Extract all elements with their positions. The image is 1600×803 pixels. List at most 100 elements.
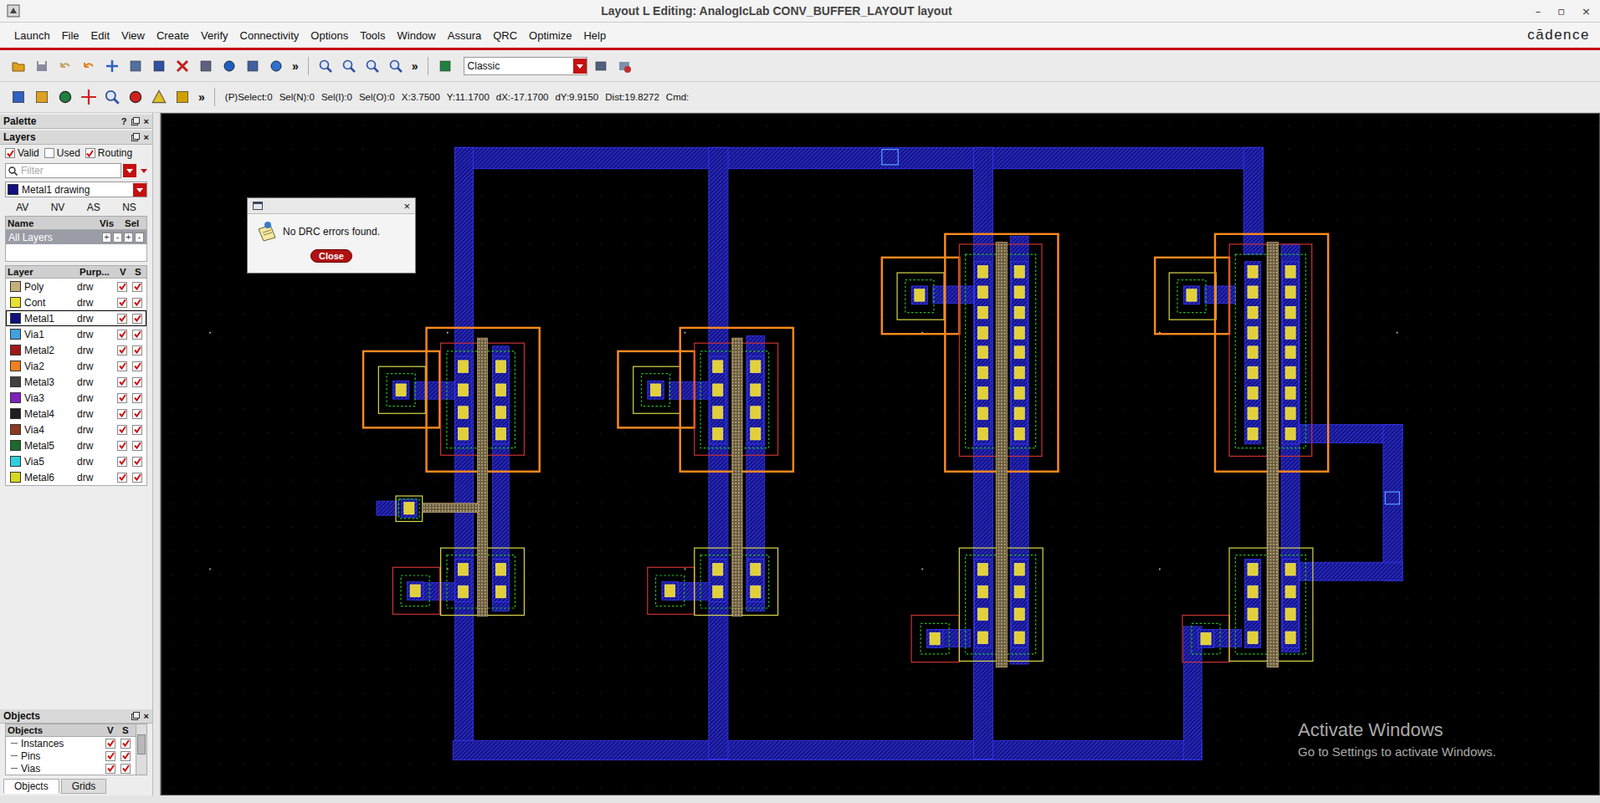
copy-icon[interactable] <box>125 56 146 77</box>
metal1-shape[interactable] <box>455 559 472 603</box>
checkbox[interactable] <box>44 148 55 159</box>
contact-shape[interactable] <box>650 384 661 397</box>
contact-shape[interactable] <box>977 266 988 279</box>
visible-checkbox[interactable] <box>117 456 128 467</box>
float-icon[interactable] <box>131 712 140 721</box>
contact-shape[interactable] <box>1247 427 1258 441</box>
contact-shape[interactable] <box>1014 407 1025 421</box>
contact-shape[interactable] <box>977 585 988 599</box>
help-button[interactable]: ? <box>121 116 128 127</box>
metal1-shape[interactable] <box>668 381 710 400</box>
poly-shape[interactable] <box>732 338 743 617</box>
zoom-fit-icon[interactable] <box>362 56 383 77</box>
contact-shape[interactable] <box>1014 387 1025 400</box>
partial-select-icon[interactable] <box>31 87 52 108</box>
selectable-checkbox[interactable] <box>132 361 143 372</box>
contact-shape[interactable] <box>1247 631 1258 645</box>
crosshair-icon[interactable] <box>78 87 99 108</box>
visible-checkbox[interactable] <box>117 282 128 293</box>
metal1-shape[interactable] <box>661 581 678 600</box>
metal1-shape[interactable] <box>1010 559 1027 649</box>
layer-row[interactable]: Polydrw <box>5 278 147 295</box>
menu-item[interactable]: Options <box>304 29 354 42</box>
metal1-shape[interactable] <box>392 380 409 400</box>
contact-shape[interactable] <box>1285 585 1296 599</box>
contact-shape[interactable] <box>1247 266 1258 279</box>
layer-row[interactable]: Contdrw <box>5 294 147 311</box>
metal1-shape[interactable] <box>926 630 943 649</box>
column-header[interactable]: S <box>120 724 136 737</box>
checkbox[interactable] <box>5 148 16 159</box>
metal1-shape[interactable] <box>1010 235 1029 665</box>
layer-filter-input[interactable]: Filter <box>5 163 122 179</box>
poly-shape[interactable] <box>476 338 488 617</box>
open-folder-icon[interactable] <box>8 56 29 77</box>
contact-shape[interactable] <box>977 387 988 400</box>
metal1-shape[interactable] <box>1205 286 1236 304</box>
contact-shape[interactable] <box>1014 608 1025 621</box>
contact-shape[interactable] <box>1285 407 1296 421</box>
zoom-out-icon[interactable] <box>338 56 359 77</box>
object-row[interactable]: Vias <box>5 762 136 775</box>
visibility-button[interactable]: NS <box>122 201 137 214</box>
layer-row[interactable]: Metal3drw <box>5 374 147 390</box>
metal1-shape[interactable] <box>455 147 474 759</box>
contact-shape[interactable] <box>977 563 988 576</box>
metal1-shape[interactable] <box>911 286 928 305</box>
selectable-checkbox[interactable] <box>132 329 143 340</box>
visible-checkbox[interactable] <box>117 313 128 324</box>
substrate-tap[interactable] <box>882 257 960 334</box>
contact-shape[interactable] <box>977 306 988 319</box>
contact-shape[interactable] <box>750 585 761 599</box>
menu-item[interactable]: View <box>115 29 151 42</box>
contact-shape[interactable] <box>1014 346 1025 359</box>
layer-row[interactable]: Via4drw <box>5 421 147 438</box>
toggle-button[interactable]: + <box>123 232 134 243</box>
metal1-shape[interactable] <box>1244 559 1261 649</box>
contact-shape[interactable] <box>1247 346 1258 359</box>
metal1-shape[interactable] <box>1243 147 1263 255</box>
contact-shape[interactable] <box>712 563 724 576</box>
contact-shape[interactable] <box>1285 427 1296 441</box>
contact-shape[interactable] <box>1186 289 1197 303</box>
filter-menu-icon[interactable] <box>140 169 148 174</box>
substrate-tap[interactable] <box>395 496 423 522</box>
float-icon[interactable] <box>131 117 140 126</box>
warning-icon[interactable] <box>148 87 170 108</box>
selectable-checkbox[interactable] <box>132 409 143 420</box>
contact-shape[interactable] <box>1014 366 1025 380</box>
substrate-tap[interactable] <box>647 567 695 615</box>
contact-shape[interactable] <box>750 384 761 397</box>
metal1-shape[interactable] <box>1295 562 1403 581</box>
metal1-shape[interactable] <box>1244 261 1261 445</box>
contact-shape[interactable] <box>750 360 761 374</box>
redo-icon[interactable] <box>78 56 99 77</box>
selectable-checkbox[interactable] <box>120 738 131 749</box>
contact-shape[interactable] <box>1285 387 1296 400</box>
contact-shape[interactable] <box>495 360 506 374</box>
contact-shape[interactable] <box>395 384 406 397</box>
column-header[interactable]: Layer <box>5 266 78 278</box>
contact-shape[interactable] <box>1014 286 1025 299</box>
metal1-shape[interactable] <box>974 559 991 649</box>
contact-shape[interactable] <box>712 360 724 374</box>
metal1-shape[interactable] <box>455 356 472 445</box>
contact-shape[interactable] <box>750 406 761 420</box>
visibility-button[interactable]: AV <box>15 201 29 214</box>
contact-shape[interactable] <box>977 346 988 359</box>
float-icon[interactable] <box>131 133 140 142</box>
menu-item[interactable]: Launch <box>8 29 57 42</box>
hierarchy-icon[interactable] <box>266 56 287 77</box>
column-header[interactable]: S <box>133 266 147 278</box>
contact-shape[interactable] <box>404 502 415 515</box>
menu-item[interactable]: Assura <box>441 29 488 42</box>
contact-shape[interactable] <box>1014 631 1025 645</box>
substrate-tap[interactable] <box>363 351 440 428</box>
contact-shape[interactable] <box>929 632 940 646</box>
gravity-icon[interactable] <box>55 87 76 108</box>
contact-shape[interactable] <box>1014 585 1025 599</box>
substrate-tap[interactable] <box>1154 257 1230 334</box>
layer-row[interactable]: Via5drw <box>5 453 147 470</box>
metal1-shape[interactable] <box>492 559 509 603</box>
visible-checkbox[interactable] <box>117 393 128 404</box>
